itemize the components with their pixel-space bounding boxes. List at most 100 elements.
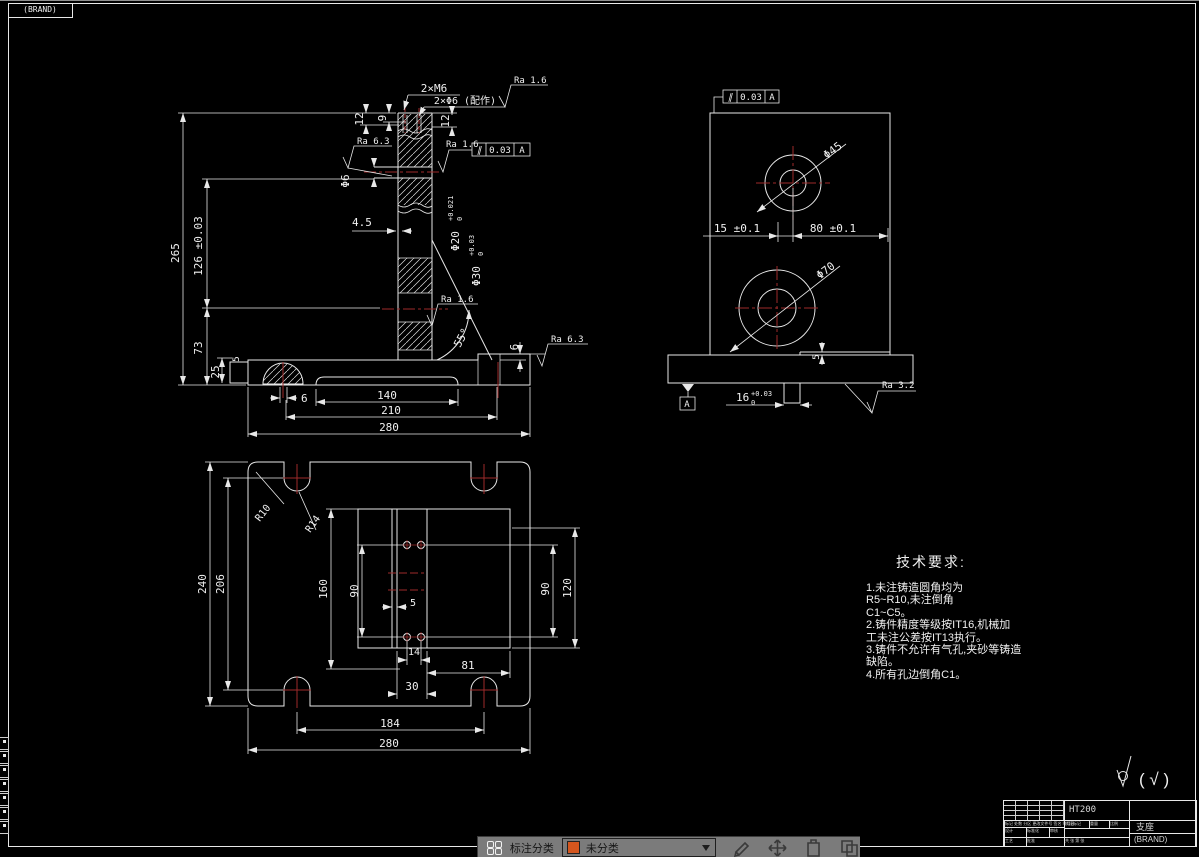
dim: 6	[508, 344, 521, 351]
dim-tol-lower: 0	[477, 252, 485, 256]
dim: 240	[196, 574, 209, 594]
dim: 5	[812, 354, 822, 359]
category-label: 标注分类	[509, 842, 554, 855]
dim: 55°	[451, 326, 472, 350]
tech-req-line: 2.铸件精度等级按IT16,机械加	[866, 619, 1011, 632]
design-label: 设计	[1004, 827, 1026, 837]
ra-label: Ra 1.6	[441, 295, 474, 305]
frame-corner-label: (BRAND)	[8, 3, 73, 18]
left-toolbar-icon[interactable]	[0, 765, 9, 778]
left-toolbar-icon[interactable]	[0, 779, 9, 792]
tech-req-line: 3.铸件不允许有气孔,夹砂等铸造	[866, 644, 1022, 657]
dim: Φ20	[449, 231, 462, 251]
dim: 280	[379, 421, 399, 434]
drawing-number-cell: (BRAND)	[1129, 833, 1196, 846]
tech-req-line: 1.未注铸造圆角均为	[866, 582, 964, 594]
left-toolbar-icon[interactable]	[0, 793, 9, 806]
hole-note: 2×Φ6 (配作)	[434, 95, 496, 107]
material-cell: HT200	[1064, 801, 1129, 820]
dimension-texts: 2×M6 2×Φ6 (配作) Ra 1.6 Ra 6.3 Ra 1.6 ∥ 0.…	[169, 76, 1169, 789]
side-view-dimension-lines	[679, 89, 916, 415]
ra-label: Ra 3.2	[882, 381, 915, 391]
dim: R10	[253, 503, 273, 524]
thread-note: 2×M6	[421, 82, 448, 95]
title-block: 标记 处数 分区 更改文件号 签名 年月日 设计 标准化 审核 工艺 批准 HT…	[1003, 800, 1197, 847]
dim: 9	[376, 115, 389, 122]
dim: 81	[461, 659, 474, 672]
process-label: 工艺	[1004, 837, 1026, 846]
dim: 15 ±0.1	[714, 222, 760, 235]
drawing-canvas[interactable]: 2×M6 2×Φ6 (配作) Ra 1.6 Ra 6.3 Ra 1.6 ∥ 0.…	[0, 0, 1199, 857]
move-icon[interactable]	[768, 838, 788, 857]
part-name-cell: 支座	[1129, 820, 1196, 833]
tol-value: 0.03	[489, 146, 511, 156]
tech-req-title: 技术要求:	[896, 554, 966, 570]
dim: 265	[169, 243, 182, 263]
company-cell	[1129, 801, 1196, 820]
dim: 6	[301, 392, 308, 405]
dim: 140	[377, 389, 397, 402]
sheet-label: 共 张 第 张	[1064, 837, 1129, 846]
category-dropdown[interactable]: 未分类	[561, 838, 716, 857]
stage-label: 阶段标记	[1064, 820, 1089, 828]
ra-label: Ra 6.3	[551, 335, 584, 345]
standardize-label: 标准化	[1026, 827, 1049, 837]
technical-requirements: 技术要求: 1.未注铸造圆角均为 R5~R10,未注倒角 C1~C5。 2.铸件…	[866, 552, 1056, 681]
left-toolbar-icon[interactable]	[0, 737, 9, 750]
left-toolbar-icon[interactable]	[0, 821, 9, 834]
dim: 80 ±0.1	[810, 222, 856, 235]
front-view-linework	[229, 112, 531, 386]
dim: 73	[192, 341, 205, 354]
cad-application-window: 2×M6 2×Φ6 (配作) Ra 1.6 Ra 6.3 Ra 1.6 ∥ 0.…	[0, 0, 1199, 857]
category-grid-icon[interactable]	[487, 841, 502, 855]
left-toolbar-icon[interactable]	[0, 751, 9, 764]
dim: 12	[439, 114, 452, 127]
dim-tol-upper: +0.03	[468, 235, 476, 256]
stage-cells	[1064, 828, 1129, 837]
left-toolbar-icon[interactable]	[0, 807, 9, 820]
weight-label: 重量	[1089, 820, 1109, 828]
side-view-centerlines	[735, 146, 830, 350]
dim: 14	[408, 647, 420, 658]
approve-label: 批准	[1026, 837, 1064, 846]
tol-value: 0.03	[740, 93, 762, 103]
dim: 5	[410, 598, 416, 609]
dim: 206	[214, 574, 227, 594]
drawing-frame-top	[8, 3, 1196, 4]
dim-tol-upper: +0.021	[447, 196, 455, 221]
dim: 120	[561, 578, 574, 598]
dim-tol-lower: 0	[456, 217, 464, 221]
chevron-down-icon[interactable]	[701, 845, 710, 851]
dim: 12	[353, 112, 366, 125]
check-label: 审核	[1049, 827, 1064, 837]
ra-label: Ra 1.6	[446, 140, 479, 150]
tech-req-line: 4.所有孔边倒角C1。	[866, 668, 967, 681]
dim: 4.5	[352, 216, 372, 229]
window-top-edge	[0, 0, 1199, 1]
revision-grid	[1004, 801, 1064, 820]
tech-req-line: C1~C5。	[866, 606, 912, 619]
edit-annotation-icon[interactable]	[733, 839, 752, 857]
dim-tol-upper: +0.03	[751, 390, 772, 398]
dim: 90	[539, 582, 552, 595]
dim: 280	[379, 737, 399, 750]
category-dropdown-value: 未分类	[585, 842, 619, 855]
dim: 210	[381, 404, 401, 417]
tech-req-line: 工未注公差按IT13执行。	[866, 631, 988, 644]
dim: Φ45	[821, 139, 845, 161]
dim: 184	[380, 717, 400, 730]
scale-label: 比例	[1109, 820, 1129, 828]
tol-symbol: ∥	[477, 146, 483, 156]
tech-req-line: R5~R10,未注倒角	[866, 594, 954, 607]
dim: Φ6	[339, 174, 352, 187]
category-color-swatch	[566, 841, 580, 854]
annotation-toolbar: 标注分类 未分类	[477, 836, 860, 857]
dim: Φ70	[814, 259, 838, 281]
tol-symbol: ∥	[728, 93, 734, 103]
dim: 30	[405, 680, 418, 693]
copy-icon[interactable]	[804, 838, 823, 857]
dim: 5	[232, 356, 242, 361]
paste-icon[interactable]	[840, 839, 860, 857]
drawing-frame-right	[1195, 3, 1196, 846]
datum-label: A	[684, 400, 690, 410]
